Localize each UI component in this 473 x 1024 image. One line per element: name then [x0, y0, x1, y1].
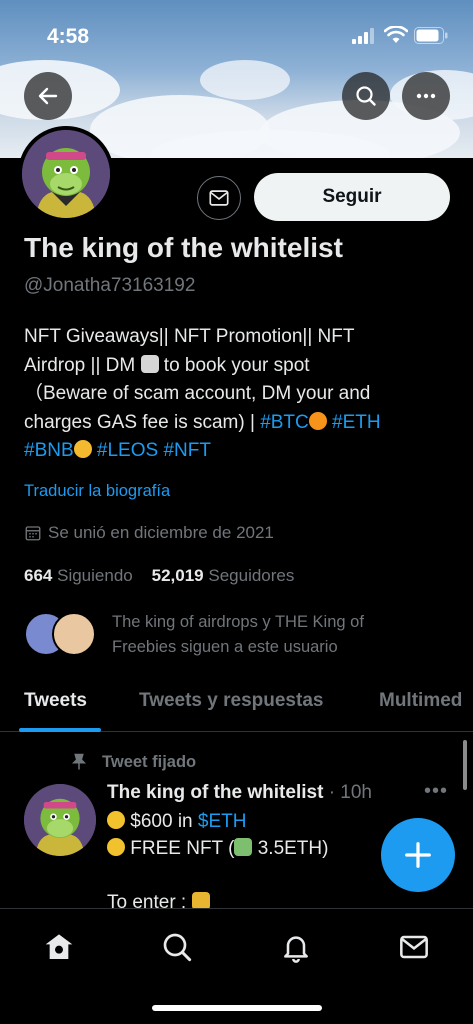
search-icon: [163, 933, 192, 962]
tweet-header: The king of the whitelist · 10h: [107, 782, 372, 804]
tweet-text: $600 in: [130, 811, 193, 832]
tweet-text: 3.5ETH): [257, 838, 329, 859]
joined-date: Se unió en diciembre de 2021: [24, 523, 274, 543]
hashtag-bnb[interactable]: #BNB: [24, 440, 74, 461]
back-button[interactable]: [24, 72, 72, 120]
known-followers-text: The king of airdrops y THE King of Freeb…: [112, 613, 364, 656]
translate-bio-link[interactable]: Traducir la biografía: [24, 482, 170, 501]
bio-line: NFT Giveaways|| NFT Promotion|| NFT: [24, 326, 355, 347]
follow-stats: 664 Siguiendo 52,019 Seguidores: [24, 566, 294, 586]
compose-tweet-button[interactable]: [381, 818, 455, 892]
battery-icon: [414, 27, 448, 44]
money-emoji-icon: [234, 838, 253, 856]
active-tab-indicator: [19, 728, 101, 732]
ape-avatar-image: [24, 784, 96, 856]
nav-home[interactable]: [41, 929, 77, 965]
bio-line: #BNB #LEOS #NFT: [24, 437, 444, 466]
nav-search[interactable]: [159, 929, 195, 965]
followers-count: 52,019: [151, 566, 204, 585]
ape-avatar-image: [22, 130, 110, 218]
pinned-label: Tweet fijado: [70, 752, 196, 772]
pin-icon: [71, 753, 87, 770]
tweet-line: $600 in $ETH: [107, 808, 328, 835]
tab-tweets-and-replies[interactable]: Tweets y respuestas: [139, 690, 323, 712]
cashtag-eth[interactable]: $ETH: [198, 811, 247, 832]
pinned-text: Tweet fijado: [102, 752, 197, 771]
nav-notifications[interactable]: [278, 929, 314, 965]
profile-avatar[interactable]: [18, 126, 114, 222]
tab-media[interactable]: Multimed: [379, 690, 462, 712]
home-icon: [45, 934, 73, 959]
hashtag-nft[interactable]: #NFT: [163, 440, 211, 461]
bitcoin-emoji-icon: [308, 411, 327, 430]
search-button[interactable]: [342, 72, 390, 120]
scrollbar[interactable]: [463, 740, 467, 790]
status-bar: 4:58: [0, 0, 473, 60]
home-indicator[interactable]: [152, 1005, 322, 1011]
tweet-line: FREE NFT ( 3.5ETH): [107, 835, 328, 862]
follow-button[interactable]: Seguir: [254, 173, 450, 221]
envelope-emoji-icon: [140, 354, 159, 373]
signal-icon: [352, 28, 374, 44]
profile-name: The king of the whitelist: [24, 232, 343, 263]
search-icon: [356, 86, 376, 106]
nav-messages[interactable]: [396, 929, 432, 965]
bnb-emoji-icon: [73, 440, 92, 458]
more-icon: [416, 93, 436, 99]
following-label: Siguiendo: [57, 566, 133, 585]
sunflower-emoji-icon: [107, 811, 125, 829]
tweet-body: $600 in $ETH FREE NFT ( 3.5ETH) To enter…: [107, 808, 328, 916]
calendar-icon: [25, 526, 41, 541]
tweet-more-icon[interactable]: •••: [424, 780, 448, 803]
known-follower-avatar: [52, 612, 96, 656]
profile-tabs: Tweets Tweets y respuestas Multimed: [0, 680, 473, 732]
hashtag-eth[interactable]: #ETH: [332, 412, 381, 433]
sunflower-emoji-icon: [107, 838, 125, 856]
wifi-icon: [384, 26, 408, 43]
profile-handle: @Jonatha73163192: [24, 275, 196, 296]
tweet-author-avatar[interactable]: [24, 784, 96, 856]
hashtag-btc[interactable]: #BTC: [260, 412, 309, 433]
bio-line: （Beware of scam account, DM your and: [24, 383, 371, 404]
bell-icon: [284, 936, 308, 963]
followers-link[interactable]: 52,019 Seguidores: [152, 566, 295, 585]
bio-text: charges GAS fee is scam) |: [24, 411, 255, 433]
profile-bio: NFT Giveaways|| NFT Promotion|| NFT Aird…: [24, 323, 444, 466]
bio-text: to book your spot: [163, 354, 310, 376]
following-count: 664: [24, 566, 53, 585]
mail-icon: [400, 935, 428, 959]
followers-label: Seguidores: [208, 566, 295, 585]
joined-text: Se unió en diciembre de 2021: [48, 523, 274, 542]
bio-line: Airdrop || DM to book your spot: [24, 352, 444, 381]
tweet-time: · 10h: [328, 782, 372, 803]
mail-icon: [209, 190, 229, 206]
plus-icon: [405, 842, 431, 868]
message-button[interactable]: [197, 176, 241, 220]
status-time: 4:58: [47, 25, 90, 48]
following-link[interactable]: 664 Siguiendo: [24, 566, 133, 585]
tweet-text: FREE NFT (: [130, 838, 235, 859]
more-button[interactable]: [402, 72, 450, 120]
bio-text: Airdrop || DM: [24, 354, 136, 376]
bio-line: charges GAS fee is scam) | #BTC #ETH: [24, 409, 444, 438]
known-followers[interactable]: The king of airdrops y THE King of Freeb…: [24, 610, 444, 660]
back-arrow-icon: [38, 87, 58, 105]
tab-tweets[interactable]: Tweets: [24, 690, 87, 712]
hashtag-leos[interactable]: #LEOS: [97, 440, 158, 461]
tweet-author-name[interactable]: The king of the whitelist: [107, 782, 323, 803]
